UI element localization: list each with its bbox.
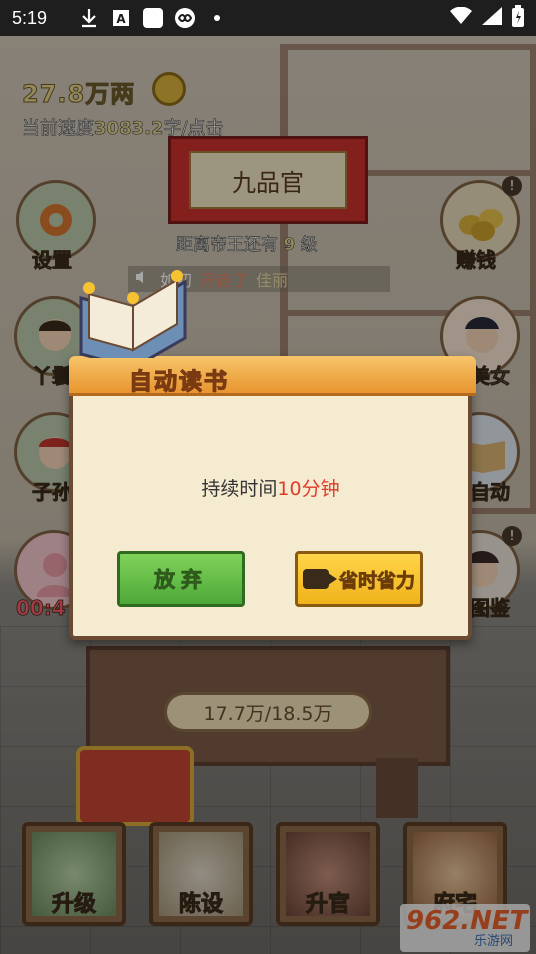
wifi-icon (450, 6, 472, 29)
save-time-label: 省时省力 (338, 569, 416, 592)
give-up-button[interactable]: 放弃 (117, 551, 245, 607)
video-icon (302, 569, 337, 589)
svg-text:A: A (116, 12, 126, 26)
white-square-icon (142, 7, 164, 29)
battery-icon (512, 5, 524, 31)
dialog-header: 自动读书 (69, 356, 476, 396)
status-time: 5:19 (12, 7, 48, 28)
download-icon (78, 7, 100, 29)
auto-read-dialog: 自动读书 持续时间10分钟 放弃 省时省力 (69, 270, 476, 640)
open-book-icon (79, 270, 187, 358)
a-box-icon: A (110, 7, 132, 29)
save-time-video-button[interactable]: 省时省力 (295, 551, 423, 607)
dot-icon (206, 7, 228, 29)
duration-text: 持续时间10分钟 (73, 474, 468, 501)
infinity-icon (174, 7, 196, 29)
dialog-title: 自动读书 (128, 368, 229, 395)
duration-label: 持续时间 (201, 478, 278, 500)
status-bar: 5:19 A (0, 0, 536, 36)
signal-icon (482, 7, 502, 29)
duration-value: 10分钟 (277, 478, 340, 500)
